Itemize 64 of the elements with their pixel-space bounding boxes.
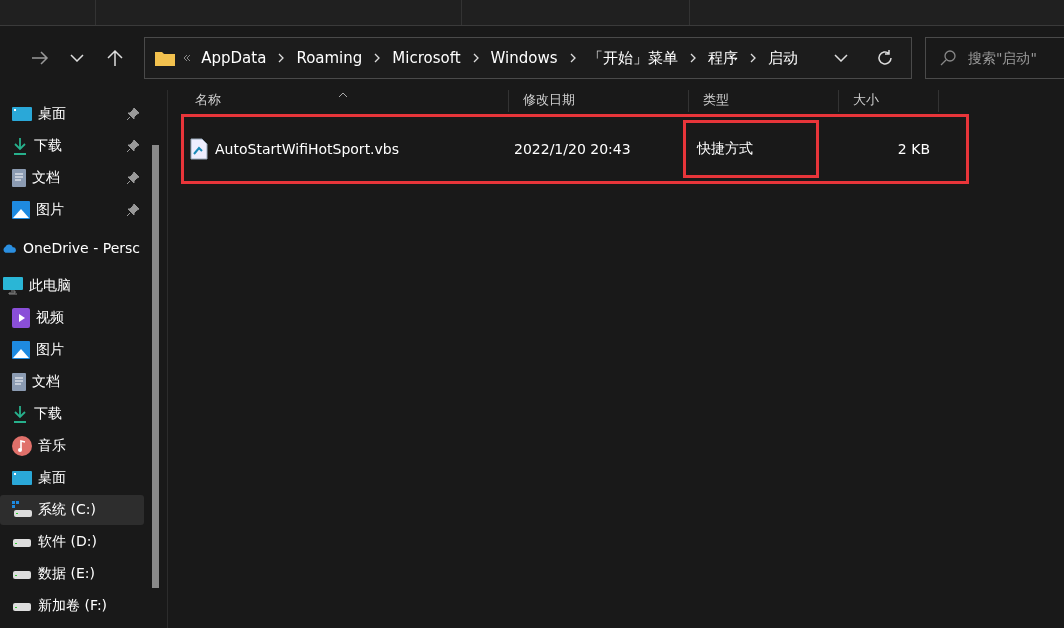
breadcrumb-item[interactable]: 程序 <box>707 48 738 68</box>
script-file-icon <box>189 138 209 160</box>
breadcrumb-item[interactable]: AppData <box>201 49 267 67</box>
nav-item[interactable]: 桌面 <box>0 99 144 129</box>
nav-item[interactable]: 系统 (C:) <box>0 495 144 525</box>
column-header[interactable]: 修改日期 <box>509 90 689 112</box>
nav-item[interactable]: 视频 <box>0 303 144 333</box>
chevron-icon <box>472 53 479 63</box>
chevron-icon <box>569 53 576 63</box>
column-header[interactable]: 类型 <box>689 90 839 112</box>
breadcrumb-item[interactable]: Microsoft <box>392 49 461 67</box>
video-icon <box>12 308 30 328</box>
nav-item[interactable]: 桌面 <box>0 463 144 493</box>
chevron-icon <box>374 53 381 63</box>
breadcrumb-item[interactable]: 启动 <box>767 48 798 68</box>
type-cell: 快捷方式 <box>683 120 819 178</box>
overflow-chevrons-icon <box>183 54 192 62</box>
breadcrumb-item[interactable]: Roaming <box>296 49 363 67</box>
nav-item[interactable]: 图片 <box>0 335 144 365</box>
nav-item[interactable]: 此电脑 <box>0 271 144 301</box>
chevron-icon <box>749 53 756 63</box>
size-cell-text: 2 KB <box>896 141 931 157</box>
nav-item[interactable]: 音乐 <box>0 431 144 461</box>
breadcrumb-item[interactable]: Windows <box>490 49 558 67</box>
chevron-down-icon <box>70 54 85 62</box>
nav-item[interactable]: OneDrive - Persc <box>0 233 144 263</box>
nav-item[interactable]: 新加卷 (F:) <box>0 591 144 621</box>
up-arrow-icon <box>106 49 123 67</box>
nav-item[interactable]: 数据 (E:) <box>0 559 144 589</box>
chevron-down-icon <box>834 54 848 62</box>
picture-icon <box>12 341 30 359</box>
download-arrow-icon <box>12 405 28 423</box>
music-note-icon <box>12 436 32 456</box>
nav-item[interactable]: 下载 <box>0 131 144 161</box>
nav-item[interactable]: 图片 <box>0 195 144 225</box>
folder-icon <box>155 50 176 66</box>
nav-item[interactable]: 文档 <box>0 367 144 397</box>
file-name: AutoStartWifiHotSport.vbs <box>215 141 400 157</box>
desktop-icon <box>12 470 32 486</box>
column-header[interactable]: 名称 <box>181 90 509 112</box>
chevron-icon <box>689 53 696 63</box>
desktop-icon <box>12 106 32 122</box>
right-arrow-icon <box>30 51 49 65</box>
search-icon <box>940 50 956 66</box>
download-arrow-icon <box>12 137 28 155</box>
column-header[interactable]: 大小 <box>839 90 939 112</box>
file-row[interactable]: AutoStartWifiHotSport.vbs 2022/1/20 20:43 快捷方式 2 KB <box>181 114 969 184</box>
nav-item[interactable]: 下载 <box>0 399 144 429</box>
windows-drive-icon <box>12 501 32 519</box>
breadcrumb-item[interactable]: 「开始」菜单 <box>587 48 678 68</box>
document-icon <box>12 373 26 391</box>
document-icon <box>12 169 26 187</box>
picture-icon <box>12 201 30 219</box>
search-field[interactable]: 搜索"启动" <box>968 50 1064 66</box>
nav-item[interactable]: 软件 (D:) <box>0 527 144 557</box>
sort-caret-icon <box>338 92 348 98</box>
search-box[interactable]: 搜索"启动" <box>925 37 1064 79</box>
refresh-icon <box>876 49 894 67</box>
address-bar[interactable]: AppData Roaming Microsoft Windows 「开始」菜单 程序 启动 <box>144 37 912 79</box>
monitor-icon <box>3 277 23 295</box>
date-cell-text: 2022/1/20 20:43 <box>513 141 632 157</box>
nav-item[interactable]: 文档 <box>0 163 144 193</box>
chevron-icon <box>278 53 285 63</box>
scrollbar-thumb[interactable] <box>152 145 159 588</box>
